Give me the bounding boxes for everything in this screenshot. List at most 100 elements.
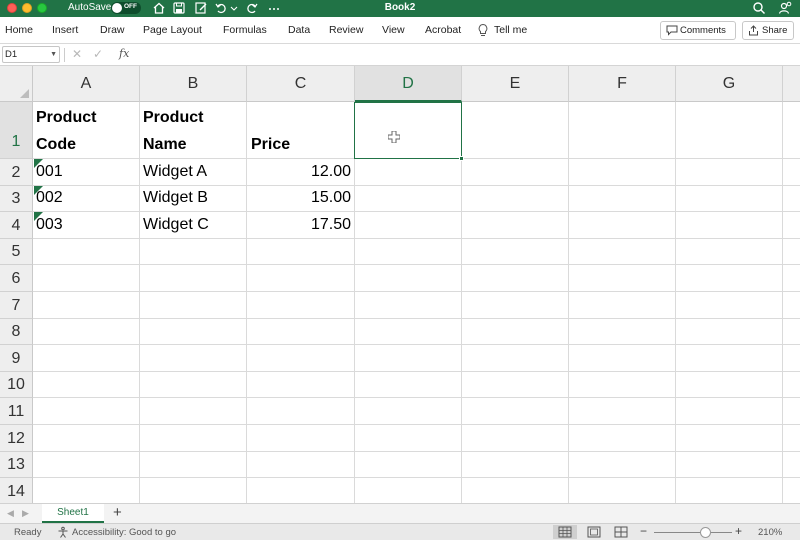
row-header-9[interactable]: 9 (0, 345, 33, 372)
select-all-triangle-icon (20, 89, 29, 98)
status-bar: Ready Accessibility: Good to go − + 210% (0, 523, 800, 540)
zoom-slider-handle[interactable] (700, 527, 711, 538)
comments-label: Comments (680, 25, 726, 36)
cell-c4[interactable]: 17.50 (251, 216, 351, 234)
row-header-1[interactable]: 1 (0, 102, 33, 159)
grid-line (33, 211, 800, 212)
cell-a1-line1[interactable]: Product (36, 109, 96, 127)
cell-b3[interactable]: Widget B (143, 189, 208, 207)
share-label: Share (762, 25, 788, 36)
column-header-f[interactable]: F (569, 66, 676, 102)
grid-line (33, 371, 800, 372)
grid-line (33, 291, 800, 292)
grid-line (33, 264, 800, 265)
scroll-tabs-left-icon[interactable]: ◀ (7, 508, 14, 519)
row-header-5[interactable]: 5 (0, 239, 33, 265)
excel-window: AutoSave OFF Book2 Home Insert Draw Page… (0, 0, 800, 540)
tab-draw[interactable]: Draw (100, 24, 125, 36)
enter-entry-icon[interactable]: ✓ (93, 47, 103, 61)
tab-acrobat[interactable]: Acrobat (425, 24, 461, 36)
cell-b1-line2[interactable]: Name (143, 136, 187, 154)
grid-line (139, 102, 140, 503)
name-box-value: D1 (5, 49, 18, 60)
cell-a3[interactable]: 002 (36, 189, 63, 207)
zoom-level[interactable]: 210% (758, 527, 782, 538)
cell-c1[interactable]: Price (251, 136, 290, 154)
grid-line (33, 477, 800, 478)
row-header-6[interactable]: 6 (0, 265, 33, 292)
column-header-a[interactable]: A (33, 66, 140, 102)
row-header-7[interactable]: 7 (0, 292, 33, 319)
zoom-slider-track[interactable] (654, 532, 732, 533)
select-all-corner[interactable] (0, 66, 33, 102)
column-header-g[interactable]: G (676, 66, 783, 102)
cell-b2[interactable]: Widget A (143, 163, 207, 181)
grid-line (568, 102, 569, 503)
tab-view[interactable]: View (382, 24, 405, 36)
name-box[interactable]: D1 ▼ (2, 46, 60, 63)
page-break-view-icon[interactable] (609, 525, 633, 539)
row-header-10[interactable]: 10 (0, 372, 33, 398)
column-header-c[interactable]: C (247, 66, 355, 102)
cell-c2[interactable]: 12.00 (251, 163, 351, 181)
fill-handle[interactable] (459, 156, 464, 161)
comment-icon (666, 25, 678, 36)
column-header-h[interactable] (783, 66, 800, 102)
row-header-14[interactable]: 14 (0, 478, 33, 503)
name-box-chevron-down-icon[interactable]: ▼ (50, 47, 57, 62)
document-title: Book2 (384, 2, 416, 13)
tab-insert[interactable]: Insert (52, 24, 78, 36)
grid-line (33, 451, 800, 452)
column-header-b[interactable]: B (140, 66, 247, 102)
tell-me-search[interactable]: Tell me (494, 24, 527, 36)
row-header-13[interactable]: 13 (0, 452, 33, 478)
formula-bar-divider (64, 48, 65, 62)
comments-button[interactable]: Comments (660, 21, 736, 40)
normal-view-icon[interactable] (553, 525, 577, 539)
grid-line (782, 102, 783, 503)
tab-data[interactable]: Data (288, 24, 310, 36)
ribbon-tabs: Home Insert Draw Page Layout Formulas Da… (0, 17, 800, 44)
sheet-tab-bar: ◀ ▶ Sheet1 + (0, 503, 800, 523)
column-header-d[interactable]: D (355, 66, 462, 102)
formula-bar: D1 ▼ ✕ ✓ fx (0, 44, 800, 66)
row-header-11[interactable]: 11 (0, 398, 33, 425)
account-icon[interactable] (778, 1, 792, 15)
insert-function-icon[interactable]: fx (119, 47, 129, 60)
zoom-in-button[interactable]: + (735, 524, 742, 538)
cancel-entry-icon[interactable]: ✕ (72, 47, 82, 61)
page-layout-view-icon[interactable] (582, 525, 606, 539)
share-button[interactable]: Share (742, 21, 794, 40)
row-header-3[interactable]: 3 (0, 186, 33, 212)
add-sheet-button[interactable]: + (113, 505, 122, 521)
tab-page-layout[interactable]: Page Layout (143, 24, 202, 36)
search-icon[interactable] (752, 1, 766, 15)
accessibility-status[interactable]: Accessibility: Good to go (72, 527, 176, 538)
row-header-2[interactable]: 2 (0, 159, 33, 186)
accessibility-icon[interactable] (57, 526, 69, 538)
cell-c3[interactable]: 15.00 (251, 189, 351, 207)
column-header-e[interactable]: E (462, 66, 569, 102)
tab-formulas[interactable]: Formulas (223, 24, 267, 36)
row-header-8[interactable]: 8 (0, 319, 33, 345)
tab-review[interactable]: Review (329, 24, 363, 36)
tab-sheet1[interactable]: Sheet1 (42, 504, 104, 523)
cell-b1-line1[interactable]: Product (143, 109, 203, 127)
grid-line (33, 185, 800, 186)
formula-input[interactable] (140, 46, 796, 63)
scroll-tabs-right-icon[interactable]: ▶ (22, 508, 29, 519)
cell-cursor-icon (388, 131, 400, 143)
row-header-12[interactable]: 12 (0, 425, 33, 452)
cell-a4[interactable]: 003 (36, 216, 63, 234)
active-cell-selection[interactable] (354, 102, 464, 161)
cell-b4[interactable]: Widget C (143, 216, 209, 234)
row-header-4[interactable]: 4 (0, 212, 33, 239)
tab-home[interactable]: Home (5, 24, 33, 36)
cell-a1-line2[interactable]: Code (36, 136, 76, 154)
cell-a2[interactable]: 001 (36, 163, 63, 181)
share-icon (749, 25, 758, 36)
zoom-out-button[interactable]: − (640, 524, 647, 538)
grid-line (33, 424, 800, 425)
worksheet-grid[interactable]: A B C D E F G 1 2 3 4 5 6 7 8 9 10 11 12… (0, 66, 800, 503)
grid-line (33, 344, 800, 345)
